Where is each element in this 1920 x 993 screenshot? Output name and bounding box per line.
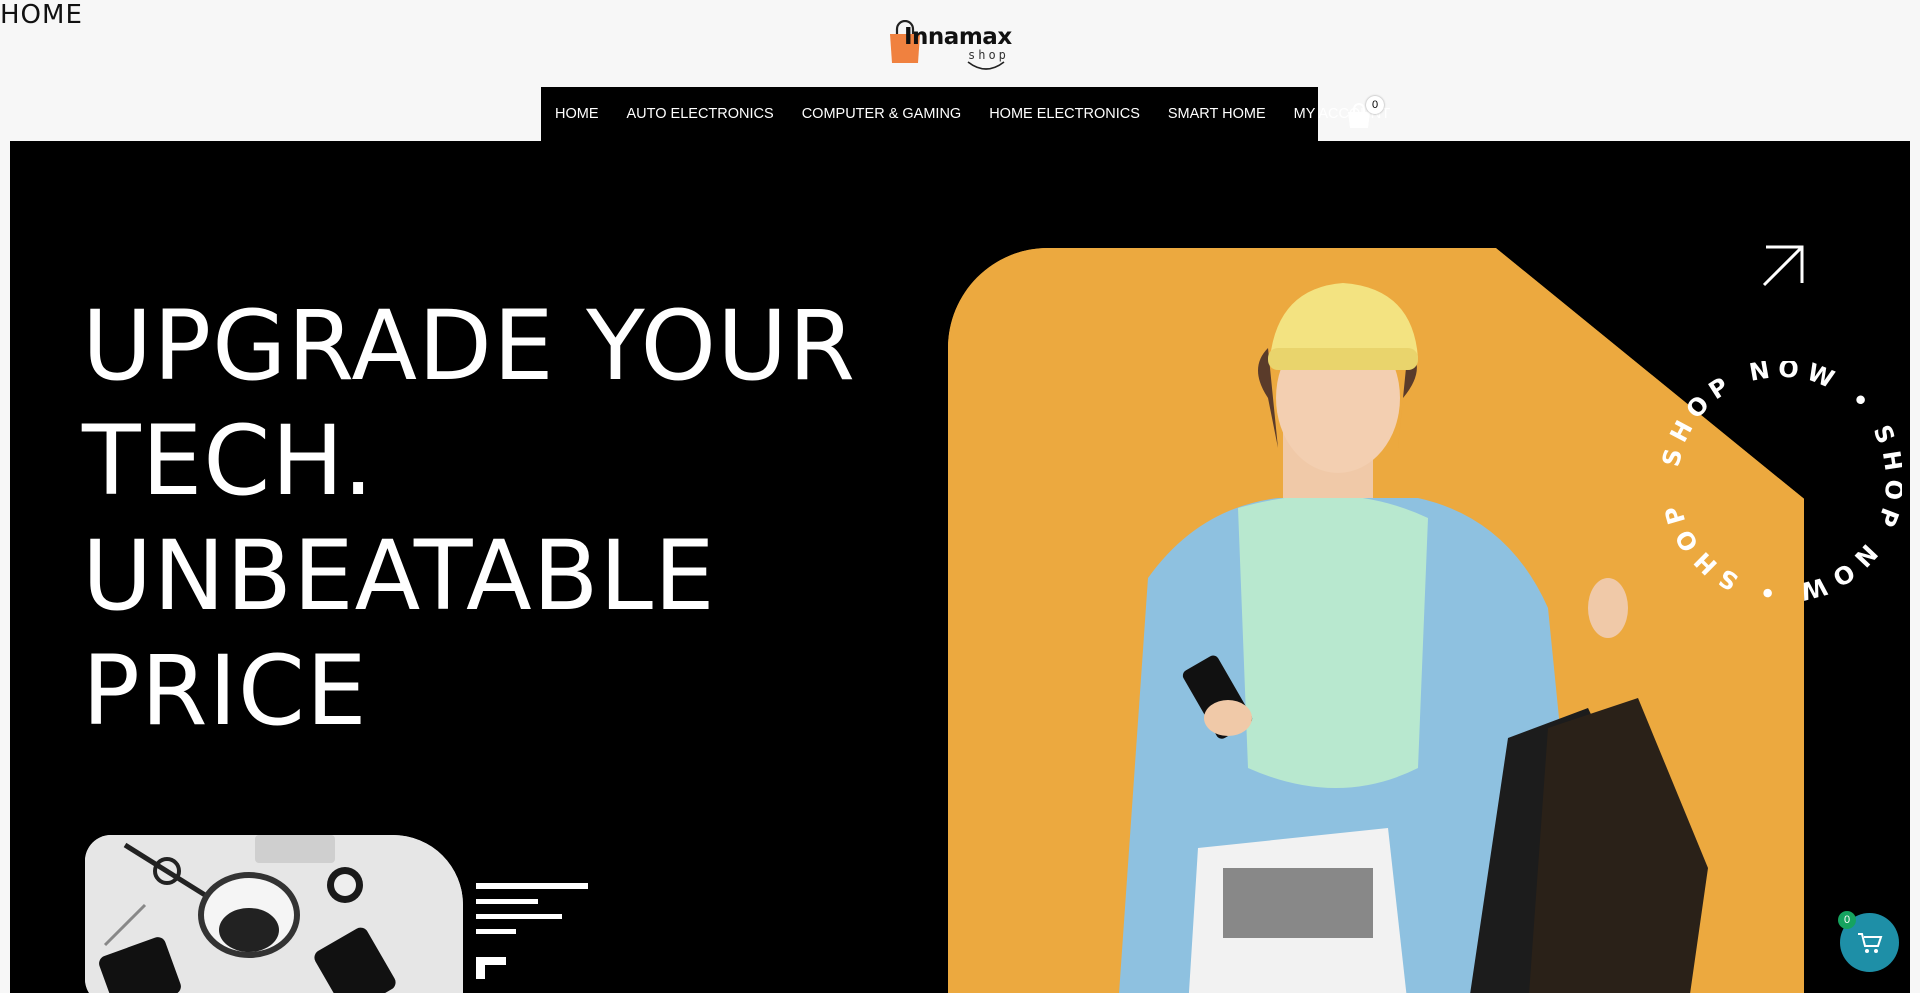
shop-now-badge: SHOP NOW • SHOP NOW • SHOP NOW • bbox=[1662, 361, 1902, 601]
header-cart-button[interactable]: 0 bbox=[1346, 96, 1386, 130]
headline-line-1: UPGRADE YOUR bbox=[82, 290, 857, 402]
logo-smile-icon bbox=[967, 61, 1005, 70]
nav-item-auto-electronics[interactable]: AUTO ELECTRONICS bbox=[627, 106, 774, 122]
floating-cart-count: 0 bbox=[1838, 911, 1856, 929]
svg-text:SHOP NOW • SHOP NOW • SHOP NOW: SHOP NOW • SHOP NOW • SHOP NOW • bbox=[1662, 361, 1902, 601]
nav-item-home[interactable]: HOME bbox=[555, 106, 599, 122]
header-cart-count: 0 bbox=[1366, 96, 1384, 114]
hero-photo bbox=[948, 248, 1804, 993]
headline-line-4: PRICE bbox=[82, 635, 368, 747]
nav-item-home-electronics[interactable]: HOME ELECTRONICS bbox=[989, 106, 1140, 122]
shopping-cart-icon bbox=[1857, 932, 1882, 953]
main-nav: HOME AUTO ELECTRONICS COMPUTER & GAMING … bbox=[541, 87, 1390, 141]
page-title: HOME bbox=[0, 0, 83, 30]
hero-headline: UPGRADE YOUR TECH. UNBEATABLE PRICE bbox=[82, 289, 856, 749]
decorative-lines bbox=[476, 883, 588, 979]
arrow-up-right-icon bbox=[1762, 245, 1804, 287]
product-card-image[interactable] bbox=[85, 835, 463, 993]
nav-item-smart-home[interactable]: SMART HOME bbox=[1168, 106, 1266, 122]
hero-banner: UPGRADE YOUR TECH. UNBEATABLE PRICE HOP … bbox=[10, 141, 1910, 993]
logo-wordmark: Innamax bbox=[904, 24, 1012, 50]
headline-line-3: UNBEATABLE bbox=[82, 520, 716, 632]
floating-cart-button[interactable]: 0 bbox=[1838, 911, 1899, 972]
nav-item-computer-gaming[interactable]: COMPUTER & GAMING bbox=[802, 106, 962, 122]
gadgets-image bbox=[85, 835, 463, 993]
shopper-woman-image bbox=[948, 248, 1804, 993]
site-logo[interactable]: Innamax shop bbox=[886, 16, 1012, 72]
shop-now-text: SHOP NOW • SHOP NOW • SHOP NOW • bbox=[1662, 361, 1902, 601]
headline-line-2: TECH. bbox=[82, 405, 375, 517]
